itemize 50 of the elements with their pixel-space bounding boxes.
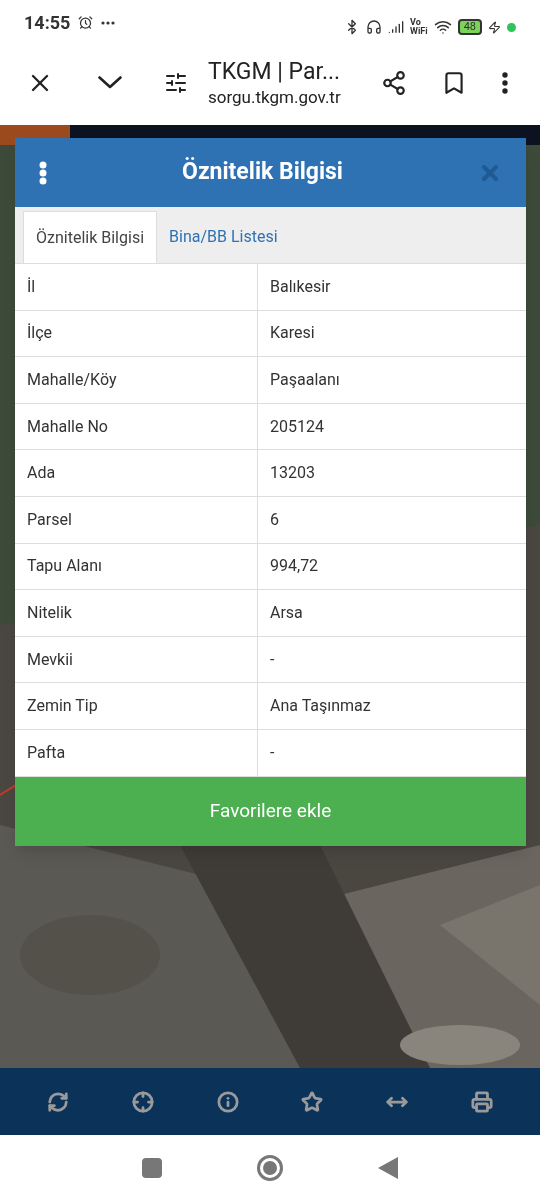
sliders-icon — [164, 70, 188, 95]
tab[interactable]: Bina/BB Listesi — [157, 211, 290, 263]
menu-icon — [39, 160, 47, 185]
table-cell-text: Balıkesir — [269, 275, 332, 298]
signal-icon — [388, 19, 405, 35]
table-cell-text: - — [269, 648, 276, 671]
table-cell-text: 205124 — [269, 415, 325, 438]
table-cell-text: Arsa — [269, 601, 304, 624]
table-cell-text: Paşaalanı — [269, 369, 341, 391]
alarm-icon — [78, 15, 94, 30]
vowifi-label: Vo — [410, 18, 422, 27]
table-cell: Nitelik — [15, 590, 258, 636]
table-cell: Mahalle/Köy — [15, 357, 258, 403]
tab[interactable]: Öznitelik Bilgisi — [23, 211, 158, 263]
crosshair-icon[interactable] — [132, 1090, 154, 1113]
home-button[interactable] — [257, 1154, 283, 1181]
vowifi-label: WiFi — [410, 27, 428, 36]
page-title: TKGM | Par... — [208, 57, 342, 86]
star-icon[interactable] — [301, 1090, 324, 1113]
table-cell-text: 994,72 — [269, 555, 320, 578]
table-cell-text: Karesi — [269, 322, 316, 345]
battery-indicator: 48 — [457, 19, 482, 35]
table-cell: İlçe — [15, 310, 258, 357]
add-favorites-button[interactable]: Favorilere ekle — [15, 776, 526, 846]
info-icon[interactable] — [216, 1090, 239, 1113]
chevron-down-icon — [98, 76, 122, 89]
recents-button[interactable] — [142, 1157, 162, 1178]
back-button[interactable] — [378, 1156, 398, 1179]
dialog-title: Öznitelik Bilgisi — [181, 156, 344, 188]
printer-icon[interactable] — [470, 1090, 493, 1113]
wifi-icon — [433, 18, 452, 36]
table-cell: Parsel — [15, 496, 258, 543]
table-cell-text: - — [269, 741, 276, 764]
charging-icon — [488, 20, 501, 34]
table-cell: Ada — [15, 450, 258, 496]
table-cell: Mevkii — [15, 636, 258, 683]
table-cell-text: 6 — [269, 508, 280, 531]
refresh-icon[interactable] — [47, 1090, 70, 1113]
table-cell: Tapu Alanı — [15, 543, 258, 590]
table-cell: İl — [15, 264, 258, 310]
table-cell: Pafta — [15, 729, 258, 776]
clock-time: 14:55 — [24, 11, 71, 35]
page-url: sorgu.tkgm.gov.tr — [208, 85, 342, 108]
menu-icon — [502, 71, 508, 94]
table-cell: Zemin Tip — [15, 683, 258, 729]
table-cell: Mahalle No — [15, 403, 258, 450]
share-icon — [381, 69, 407, 96]
table-cell-text: 13203 — [269, 462, 316, 485]
more-icon — [101, 20, 116, 25]
table-cell-text: Ana Taşınmaz — [269, 695, 372, 718]
